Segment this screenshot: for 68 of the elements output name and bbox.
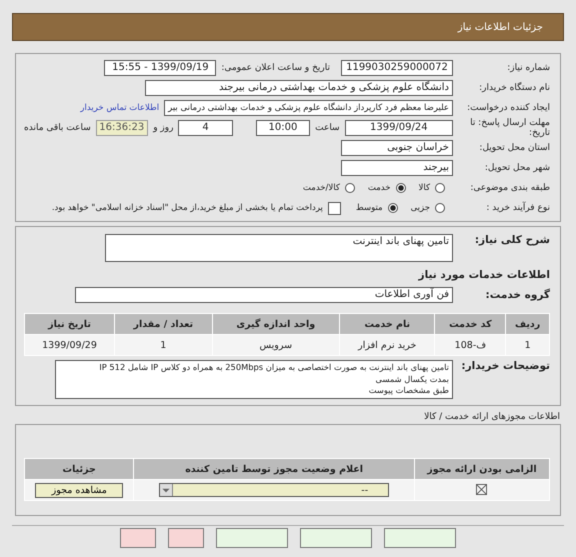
checkbox[interactable] <box>328 202 341 214</box>
creator-field: علیرضا معظم فرد کارپرداز دانشگاه علوم پزشکی و خدمات بهداشتی درمانی بیر <box>164 100 453 116</box>
action-button[interactable] <box>168 528 204 548</box>
column-header: نام خدمت <box>340 314 434 334</box>
province-field: خراسان جنوبی <box>341 140 453 156</box>
radio-button[interactable] <box>388 203 398 213</box>
deadline-date-field: 1399/09/24 <box>344 120 453 136</box>
buyer-field: دانشگاه علوم پزشکی و خدمات بهداشتی درمانی بیرجند <box>145 80 453 96</box>
table-cell: 1 <box>115 335 212 355</box>
notes-line: تامین پهنای باند اینترنت به صورت اختصاصی به میزان 250Mbps به همراه دو کلاس IP شامل 512 IP <box>98 362 449 374</box>
column-header: اعلام وضعیت مجوز توسط تامین کننده <box>134 459 414 479</box>
notes-line: طبق مشخصات پیوست <box>368 385 449 396</box>
deadline-time-field: 10:00 <box>256 120 310 136</box>
radio-label: متوسط <box>356 203 383 213</box>
action-button[interactable] <box>216 528 288 548</box>
action-button[interactable] <box>384 528 456 548</box>
field-label: روز و <box>153 123 174 133</box>
table-cell: ف-108 <box>435 335 506 355</box>
view-permit-button[interactable]: مشاهده مجوز <box>35 482 124 498</box>
notes-line: بمدت یکسال شمسی <box>374 374 449 385</box>
table-cell: 1399/09/29 <box>25 335 114 355</box>
radio-label: خدمت <box>368 183 391 193</box>
city-field: بیرجند <box>341 160 453 176</box>
field-label: توضیحات خریدار: <box>460 360 550 372</box>
days-field: 4 <box>178 120 233 136</box>
column-header: الزامی بودن ارائه مجوز <box>414 459 549 479</box>
field-label: طبقه بندی موضوعی: <box>469 183 550 193</box>
status-dropdown[interactable]: -- <box>159 483 390 497</box>
table-cell: خرید نرم افزار <box>340 335 434 355</box>
announce-date-field: 1399/09/19 - 15:55 <box>104 60 216 76</box>
field-label: نام دستگاه خریدار: <box>478 83 550 93</box>
caret-icon <box>160 484 174 496</box>
table-cell: سرویس <box>212 335 340 355</box>
field-label: مهلت ارسال پاسخ: تا تاریخ: <box>469 118 550 138</box>
need-number-field: 1199030259000072 <box>341 60 453 76</box>
radio-button[interactable] <box>435 203 445 213</box>
table-cell: 1 <box>506 335 549 355</box>
page-title: جزئیات اطلاعات نیاز <box>458 22 543 32</box>
column-header: کد خدمت <box>435 314 506 334</box>
field-label: شهر محل تحویل: <box>484 163 550 173</box>
field-label: ساعت باقی مانده <box>24 123 91 133</box>
field-label: گروه خدمت: <box>484 289 550 301</box>
radio-label: کالا <box>418 183 430 193</box>
radio-label: جزیی <box>410 203 430 213</box>
action-button[interactable] <box>120 528 156 548</box>
checkbox-label: پرداخت تمام یا بخشی از مبلغ خرید،از محل "اسناد خزانه اسلامی" خواهد بود. <box>52 203 323 213</box>
field-label: نوع فرآیند خرید : <box>485 203 550 213</box>
summary-field: تامین پهنای باند اینترنت <box>105 234 453 262</box>
field-label: ایجاد کننده درخواست: <box>466 103 550 113</box>
section-title: اطلاعات خدمات مورد نیاز <box>418 269 550 281</box>
field-label: تاریخ و ساعت اعلان عمومی: <box>221 63 330 73</box>
field-label: شرح کلی نیاز: <box>474 234 550 246</box>
field-label: شماره نیاز: <box>506 63 550 73</box>
column-header: واحد اندازه گیری <box>212 314 340 334</box>
column-header: جزئیات <box>25 459 134 479</box>
remaining-time-field: 16:36:23 <box>96 120 148 136</box>
radio-button[interactable] <box>396 183 406 193</box>
radio-button[interactable] <box>344 183 355 193</box>
action-button[interactable] <box>300 528 372 548</box>
field-label: ساعت <box>315 123 340 133</box>
contact-link[interactable]: اطلاعات تماس خریدار <box>80 103 160 113</box>
column-header: ردیف <box>506 314 549 334</box>
column-header: تعداد / مقدار <box>115 314 212 334</box>
radio-label: کالا/خدمت <box>302 183 340 193</box>
column-header: تاریخ نیاز <box>25 314 114 334</box>
section-title: اطلاعات مجوزهای ارائه خدمت / کالا <box>423 412 560 422</box>
field-label: استان محل تحویل: <box>478 143 550 153</box>
radio-button[interactable] <box>435 183 445 193</box>
